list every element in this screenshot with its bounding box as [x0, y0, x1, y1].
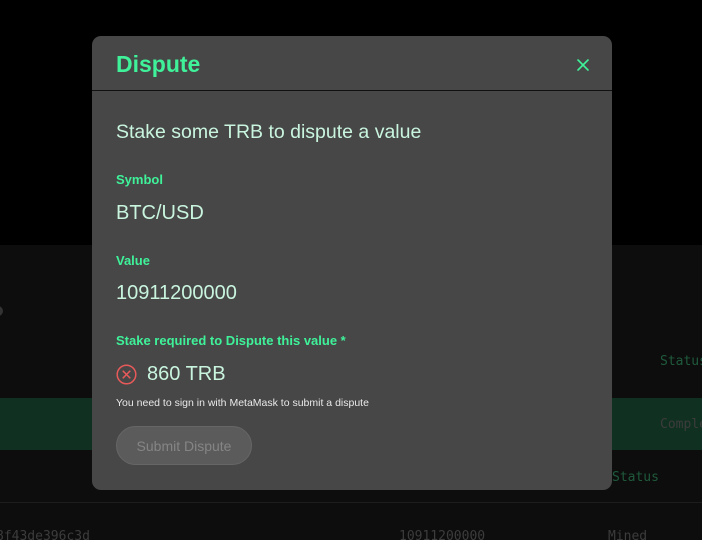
submit-dispute-button[interactable]: Submit Dispute	[116, 426, 252, 465]
close-icon	[577, 59, 589, 71]
metamask-note: You need to sign in with MetaMask to sub…	[116, 397, 369, 409]
stake-label: Stake required to Dispute this value *	[116, 333, 346, 348]
stake-value: 860 TRB	[147, 362, 226, 385]
symbol-value: BTC/USD	[116, 202, 204, 224]
value-value: 10911200000	[116, 282, 237, 304]
symbol-label: Symbol	[116, 172, 163, 187]
stake-row: 860 TRB	[116, 362, 226, 386]
error-circle-icon	[116, 363, 137, 385]
dispute-modal: Dispute Stake some TRB to dispute a valu…	[92, 36, 612, 490]
close-button[interactable]	[572, 54, 594, 76]
value-label: Value	[116, 253, 150, 268]
modal-title: Dispute	[116, 51, 201, 77]
modal-heading: Stake some TRB to dispute a value	[116, 121, 422, 143]
modal-header: Dispute	[92, 36, 612, 91]
